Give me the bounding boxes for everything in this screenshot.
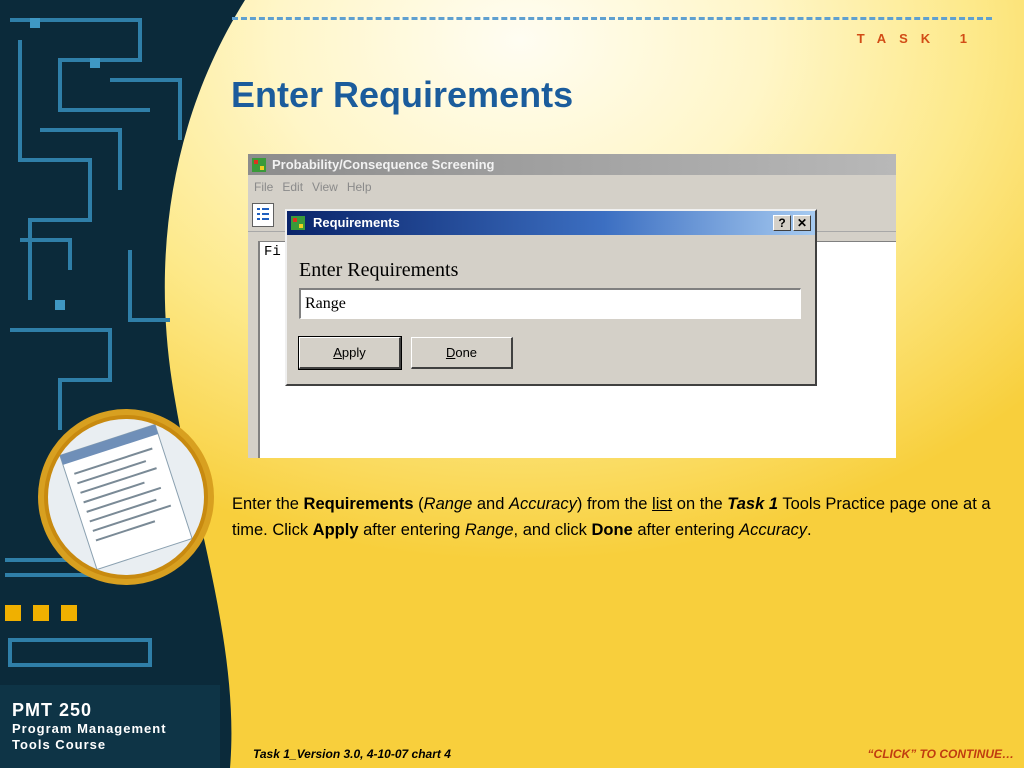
course-name-line1: Program Management (12, 721, 167, 736)
apply-button[interactable]: Apply (298, 336, 402, 370)
done-label-rest: one (455, 345, 478, 360)
instruction-text: Enter the Requirements (Range and Accura… (232, 491, 992, 543)
tools-thumbnail-image (38, 409, 214, 585)
document-text: Fi (264, 244, 281, 260)
course-name-line2: Tools Course (12, 737, 107, 752)
menu-bar: File Edit View Help (248, 175, 896, 199)
done-button[interactable]: Done (411, 337, 513, 369)
continue-link[interactable]: “CLICK” TO CONTINUE… (868, 747, 1014, 761)
help-button[interactable]: ? (773, 215, 791, 231)
menu-file[interactable]: File (250, 180, 278, 194)
dialog-title-bar[interactable]: Requirements ? ✕ (287, 211, 815, 235)
dialog-app-icon (291, 216, 305, 230)
desc-task1: Task 1 (727, 495, 779, 513)
desc-requirements: Requirements (303, 495, 414, 513)
desc-t1: Enter the (232, 495, 304, 513)
desc-t7: after entering (358, 521, 465, 539)
desc-accuracy-2: Accuracy (739, 521, 808, 539)
list-icon (257, 208, 269, 220)
requirements-dialog: Requirements ? ✕ Enter Requirements Appl… (285, 209, 817, 386)
slide: TASK 1 Enter Requirements Probability/Co… (0, 0, 1024, 768)
done-mnemonic: D (445, 345, 456, 360)
list-link[interactable]: list (652, 495, 672, 513)
app-title-bar: Probability/Consequence Screening (248, 154, 896, 175)
menu-help[interactable]: Help (343, 180, 377, 194)
app-title-text: Probability/Consequence Screening (272, 157, 495, 172)
menu-view[interactable]: View (308, 180, 343, 194)
course-code: PMT 250 (12, 700, 93, 720)
desc-done: Done (591, 521, 633, 539)
desc-range-2: Range (464, 521, 514, 539)
course-branding: PMT 250 Program Management Tools Course (12, 700, 167, 753)
desc-t3: and (472, 495, 509, 513)
help-icon: ? (778, 216, 786, 230)
menu-edit[interactable]: Edit (278, 180, 308, 194)
header-dashed-line (232, 17, 992, 20)
desc-apply: Apply (312, 521, 359, 539)
close-icon: ✕ (796, 216, 808, 230)
task-label: TASK 1 (856, 31, 980, 46)
desc-t2: ( (413, 495, 424, 513)
dialog-title-text: Requirements (313, 215, 400, 230)
desc-t9: after entering (632, 521, 740, 539)
page-title: Enter Requirements (231, 74, 574, 115)
desc-accuracy: Accuracy (509, 495, 577, 513)
apply-mnemonic: A (333, 345, 342, 360)
desc-t8: , and click (513, 521, 592, 539)
desc-t5: on the (672, 495, 728, 513)
desc-t4: ) from the (576, 495, 653, 513)
list-toolbar-button[interactable] (252, 203, 274, 227)
desc-range: Range (423, 495, 473, 513)
close-button[interactable]: ✕ (793, 215, 811, 231)
apply-label-rest: pply (341, 345, 366, 360)
app-icon (252, 158, 266, 172)
version-footer: Task 1_Version 3.0, 4-10-07 chart 4 (253, 747, 451, 761)
dialog-prompt-label: Enter Requirements (299, 259, 459, 281)
requirements-input[interactable] (299, 288, 801, 319)
desc-t10: . (807, 521, 812, 539)
